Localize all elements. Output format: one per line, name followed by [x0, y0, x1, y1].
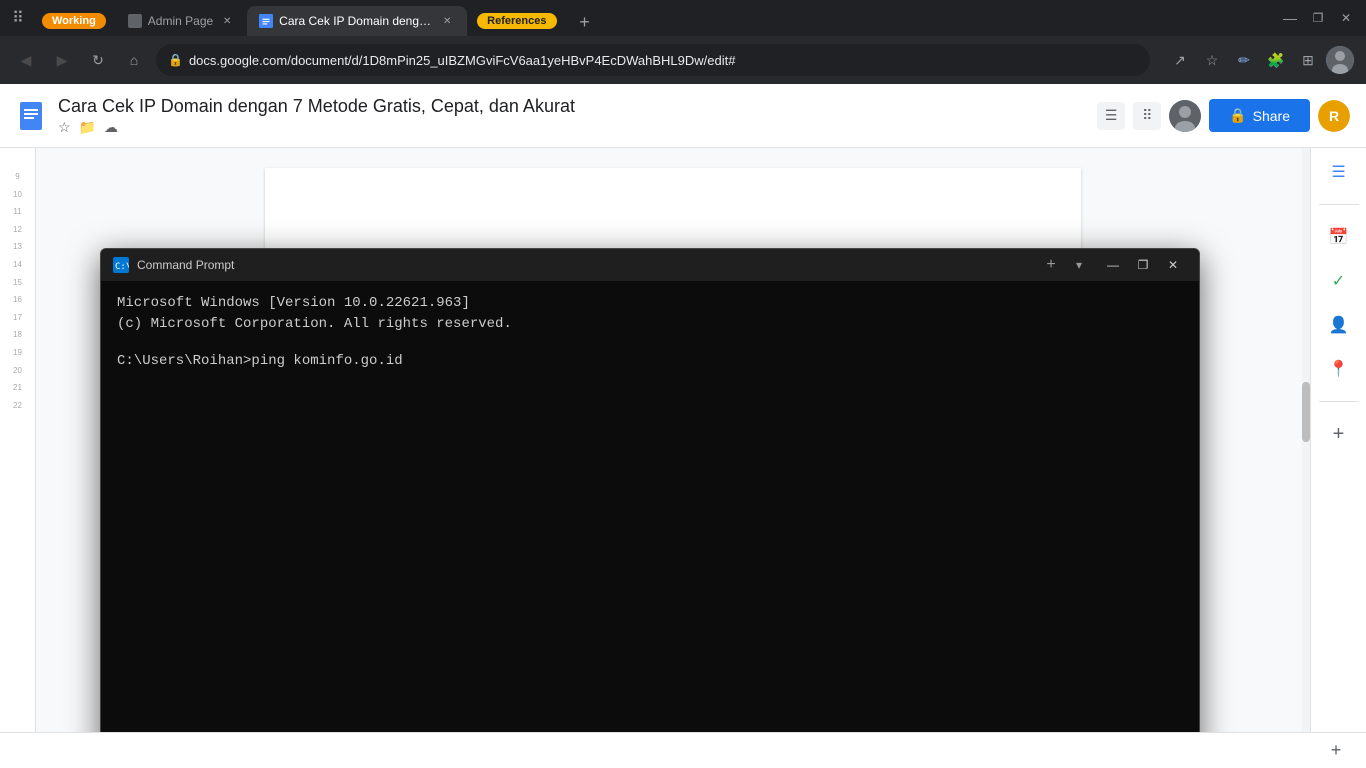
- scrollbar-thumb[interactable]: [1302, 382, 1310, 442]
- sidebar-right: ☰ 📅 ✓ 👤 📍 +: [1310, 148, 1366, 732]
- lock-icon: 🔒: [168, 53, 183, 67]
- back-button[interactable]: ◀: [12, 46, 40, 74]
- address-text: docs.google.com/document/d/1D8mPin25_uIB…: [189, 53, 1138, 68]
- tab-admin-page[interactable]: Admin Page ✕: [116, 6, 247, 36]
- pen-icon[interactable]: ✏: [1230, 46, 1258, 74]
- cmd-title-text: Command Prompt: [137, 258, 1031, 272]
- extension-icon[interactable]: 🧩: [1262, 46, 1290, 74]
- window-controls: — ❐ ✕: [1278, 6, 1358, 30]
- sidebar-people-icon[interactable]: 👤: [1323, 309, 1355, 341]
- google-apps-icon[interactable]: ⠿: [1133, 102, 1161, 130]
- new-tab-button[interactable]: +: [571, 8, 599, 36]
- tab-cara-cek[interactable]: Cara Cek IP Domain dengan 7 M ✕: [247, 6, 467, 36]
- admin-tab-label: Admin Page: [148, 14, 213, 28]
- cmd-icon: C:\: [113, 257, 129, 273]
- profile-avatar[interactable]: [1326, 46, 1354, 74]
- cmd-window: C:\ Command Prompt + ▾ — ❐ ✕ Microsoft: [100, 248, 1200, 732]
- admin-tab-favicon: [128, 14, 142, 28]
- docs-title-section: Cara Cek IP Domain dengan 7 Metode Grati…: [58, 96, 1085, 136]
- docs-title: Cara Cek IP Domain dengan 7 Metode Grati…: [58, 96, 1085, 117]
- docs-logo: [16, 101, 46, 131]
- cmd-line2: (c) Microsoft Corporation. All rights re…: [117, 314, 1183, 335]
- tab-bar: Working Admin Page ✕ Cara Cek IP Domain …: [32, 0, 1266, 36]
- ruler-marks: 910111213141516171819202122: [13, 168, 22, 414]
- cmd-tab-dropdown-button[interactable]: ▾: [1067, 253, 1091, 277]
- cmd-window-buttons: — ❐ ✕: [1099, 251, 1187, 279]
- references-tab-label: References: [477, 13, 556, 29]
- account-avatar[interactable]: R: [1318, 100, 1350, 132]
- tab-references[interactable]: References: [467, 6, 566, 36]
- tab-working[interactable]: Working: [32, 6, 116, 36]
- browser-menu-icon[interactable]: ⠿: [8, 8, 28, 28]
- bookmark-icon[interactable]: ☆: [1198, 46, 1226, 74]
- cmd-close-button[interactable]: ✕: [1159, 251, 1187, 279]
- forward-button[interactable]: ▶: [48, 46, 76, 74]
- cloud-icon[interactable]: ☁: [104, 119, 118, 136]
- cmd-maximize-button[interactable]: ❐: [1129, 251, 1157, 279]
- account-avatar-image: R: [1318, 100, 1350, 132]
- cmd-line1: Microsoft Windows [Version 10.0.22621.96…: [117, 293, 1183, 314]
- home-button[interactable]: ⌂: [120, 46, 148, 74]
- docs-tab-favicon: [259, 14, 273, 28]
- cmd-content: Microsoft Windows [Version 10.0.22621.96…: [101, 281, 1199, 732]
- sidebar-maps-icon[interactable]: 📍: [1323, 353, 1355, 385]
- docs-header-right: ☰ ⠿ 🔒 Share R: [1097, 99, 1350, 132]
- share-button[interactable]: 🔒 Share: [1209, 99, 1310, 132]
- browser-toolbar-icons: ↗ ☆ ✏ 🧩 ⊞: [1166, 46, 1354, 74]
- folder-icon[interactable]: 📁: [79, 119, 96, 136]
- cmd-tabs: + ▾: [1039, 253, 1091, 277]
- sidebar-divider: [1319, 204, 1359, 205]
- browser-frame: ⠿ Working Admin Page ✕ Cara Cek IP Domai…: [0, 0, 1366, 768]
- cmd-titlebar: C:\ Command Prompt + ▾ — ❐ ✕: [101, 249, 1199, 281]
- bottom-toolbar: +: [1322, 737, 1350, 765]
- share-label: Share: [1253, 108, 1290, 124]
- cmd-new-tab-button[interactable]: +: [1039, 253, 1063, 277]
- sidebar-tasks-icon[interactable]: ✓: [1323, 265, 1355, 297]
- user-avatar-header[interactable]: [1169, 100, 1201, 132]
- cara-cek-tab-label: Cara Cek IP Domain dengan 7 M: [279, 14, 433, 28]
- docs-content: 910111213141516171819202122 sebuah fungs…: [0, 148, 1366, 732]
- svg-text:C:\: C:\: [115, 262, 129, 272]
- share-to-web-icon[interactable]: ↗: [1166, 46, 1194, 74]
- star-icon[interactable]: ☆: [58, 119, 71, 136]
- docs-title-icons: ☆ 📁 ☁: [58, 119, 1085, 136]
- cara-cek-tab-close[interactable]: ✕: [439, 13, 455, 29]
- working-tab-label: Working: [42, 13, 106, 29]
- docs-header: Cara Cek IP Domain dengan 7 Metode Grati…: [0, 84, 1366, 148]
- sidebar-add-icon[interactable]: +: [1323, 418, 1355, 450]
- sidebar-divider2: [1319, 401, 1359, 402]
- user-avatar-image: [1169, 100, 1201, 132]
- cast-icon[interactable]: ⊞: [1294, 46, 1322, 74]
- window-close-icon[interactable]: ✕: [1334, 6, 1358, 30]
- cmd-prompt-line: C:\Users\Roihan>ping kominfo.go.id: [117, 351, 1183, 372]
- admin-tab-close[interactable]: ✕: [219, 13, 235, 29]
- ruler-left: 910111213141516171819202122: [0, 148, 36, 732]
- svg-text:R: R: [1329, 108, 1339, 124]
- title-bar: ⠿ Working Admin Page ✕ Cara Cek IP Domai…: [0, 0, 1366, 36]
- bottom-add-button[interactable]: +: [1322, 737, 1350, 765]
- reload-button[interactable]: ↻: [84, 46, 112, 74]
- address-input[interactable]: 🔒 docs.google.com/document/d/1D8mPin25_u…: [156, 44, 1150, 76]
- window-restore-icon[interactable]: ❐: [1306, 6, 1330, 30]
- share-lock-icon: 🔒: [1229, 107, 1246, 124]
- docs-bottom-bar: +: [0, 732, 1366, 768]
- sidebar-toc-icon[interactable]: ☰: [1323, 156, 1355, 188]
- sidebar-calendar-icon[interactable]: 📅: [1323, 221, 1355, 253]
- scrollbar-track: [1302, 148, 1310, 732]
- docs-settings-icon[interactable]: ☰: [1097, 102, 1125, 130]
- profile-image: [1326, 46, 1354, 74]
- cmd-minimize-button[interactable]: —: [1099, 251, 1127, 279]
- docs-area: Cara Cek IP Domain dengan 7 Metode Grati…: [0, 84, 1366, 768]
- address-bar: ◀ ▶ ↻ ⌂ 🔒 docs.google.com/document/d/1D8…: [0, 36, 1366, 84]
- window-minimize-icon[interactable]: —: [1278, 6, 1302, 30]
